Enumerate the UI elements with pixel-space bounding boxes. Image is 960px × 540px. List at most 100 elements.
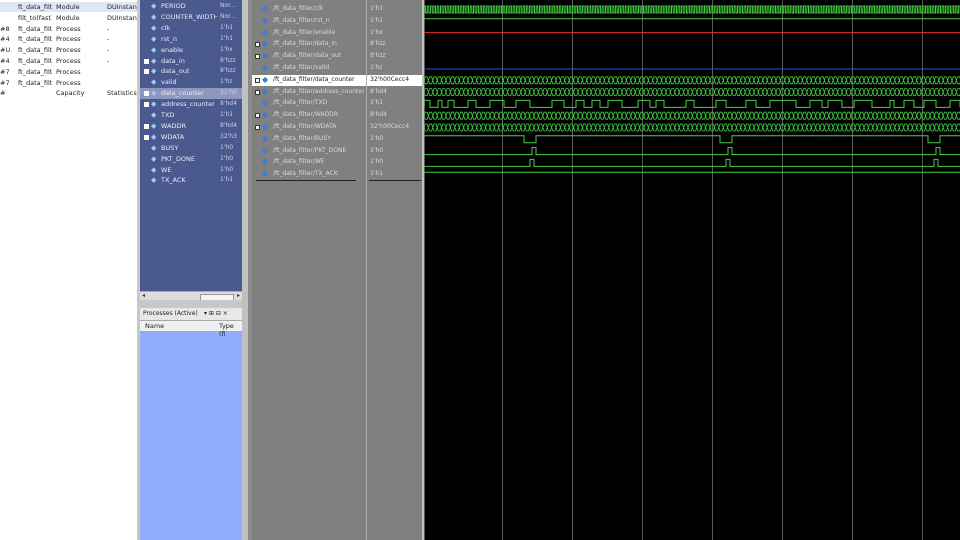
signal-icon: ◆ [262,145,269,155]
wave-name-row[interactable]: ◆ /ft_data_filter/WE [252,157,366,168]
wave-value-row[interactable]: 8'hzz [367,51,422,62]
expand-toggle-icon[interactable] [144,123,149,129]
wave-value-row[interactable]: 8'hzz [367,39,422,50]
expand-toggle-icon[interactable] [255,89,260,95]
hierarchy-row[interactable]: filt_to(fast) Module DUInstan [0,13,137,23]
wave-value-row[interactable]: 1'h0 [367,157,422,168]
wave-value-row[interactable]: 32'h00Cecc4 [367,74,422,86]
object-name: clk [161,23,171,32]
hierarchy-cell: ft_data_filt [18,57,52,65]
object-row[interactable]: ◆ COUNTER_WIDTH Nor... [140,12,242,23]
wave-value-row[interactable]: 1'hx [367,28,422,39]
wave-name-row[interactable]: ◆ /ft_data_filter/address_counter [252,87,366,98]
wave-value-row[interactable]: 8'hd4 [367,110,422,121]
object-name: rst_n [161,34,177,43]
wave-name-row[interactable]: ◆ /ft_data_filter/data_counter [252,74,366,86]
signal-icon: ◆ [151,56,157,65]
expand-toggle-icon[interactable] [144,134,149,140]
wave-signal-name: /ft_data_filter/TXD [273,99,328,107]
column-name-header[interactable]: Name [145,322,164,330]
scroll-right-arrow-icon[interactable]: ▸ [237,292,240,299]
hierarchy-cell: Capacity [56,89,85,98]
object-row[interactable]: ◆ enable 1'hx [140,45,242,56]
column-type-header[interactable]: Type (fi [219,322,242,338]
wave-signal-value: 1'h1 [370,5,384,12]
object-row[interactable]: ◆ rst_n 1'h1 [140,34,242,45]
object-name: WE [161,165,172,174]
object-name: data_in [161,56,185,65]
object-row[interactable]: ◆ valid 1'hz [140,77,242,88]
signal-icon: ◆ [151,176,157,185]
objects-panel: ◆ PERIOD Nor... ◆ COUNTER_WIDTH Nor... ◆ clk 1'h… [140,0,242,300]
wave-name-row[interactable]: ◆ /ft_data_filter/valid [252,63,366,74]
expand-toggle-icon[interactable] [255,54,260,60]
expand-toggle-icon[interactable] [144,91,149,97]
hierarchy-row[interactable]: #4 ft_data_filt Process - [0,34,137,44]
wave-name-row[interactable]: ◆ /ft_data_filter/BUSY [252,134,366,145]
wave-name-row[interactable]: ◆ /ft_data_filter/PKT_DONE [252,146,366,157]
panel-controls-icon[interactable]: ▾ ⊞ ⊟ × [204,310,228,317]
expand-toggle-icon[interactable] [144,69,149,75]
wave-value-row[interactable]: 1'h0 [367,146,422,157]
wave-value-row[interactable]: 1'h1 [367,4,422,15]
wave-value-row[interactable]: 1'h1 [367,16,422,27]
hierarchy-row[interactable]: #7 ft_data_filt Process [0,78,137,88]
object-row[interactable]: ◆ PKT_DONE 1'h0 [140,154,242,165]
wave-value-row[interactable]: 1'hz [367,63,422,74]
object-value: 1'h1 [220,23,234,31]
expand-toggle-icon[interactable] [255,77,260,83]
waveform-canvas[interactable] [424,0,960,540]
scroll-left-arrow-icon[interactable]: ◂ [142,292,145,299]
object-row[interactable]: ◆ PERIOD Nor... [140,1,242,12]
wave-value-row[interactable]: 8'hd4 [367,87,422,98]
hierarchy-row[interactable]: #U ft_data_filt Process - [0,45,137,55]
panel-splitter[interactable] [140,300,242,308]
wave-name-row[interactable]: ◆ /ft_data_filter/TXD [252,98,366,109]
object-row[interactable]: ◆ data_counter 32'h0 [140,88,242,100]
expand-toggle-icon[interactable] [255,125,260,130]
object-row[interactable]: ◆ BUSY 1'h0 [140,143,242,154]
txd-waveform [424,99,960,108]
wave-name-row[interactable]: ◆ /ft_data_filter/clk [252,4,366,15]
object-row[interactable]: ◆ data_out 8'hzz [140,66,242,77]
object-value: Nor... [220,2,236,9]
hierarchy-row[interactable]: ft_data_filt Module DUInstan [0,2,137,12]
object-row[interactable]: ◆ clk 1'h1 [140,23,242,34]
object-value: 1'h0 [220,143,234,151]
object-row[interactable]: ◆ WADDR 8'hd4 [140,121,242,132]
wave-value-row[interactable]: 1'h1 [367,169,422,180]
object-row[interactable]: ◆ address_counter 8'hd4 [140,99,242,110]
expand-toggle-icon[interactable] [144,58,149,64]
object-row[interactable]: ◆ TXD 1'h1 [140,110,242,121]
hierarchy-cell: - [107,35,110,44]
waveform-area[interactable] [424,0,960,540]
wave-name-row[interactable]: ◆ /ft_data_filter/enable [252,28,366,39]
hierarchy-cell: #4 [0,35,10,44]
expand-toggle-icon[interactable] [255,42,260,48]
wave-name-row[interactable]: ◆ /ft_data_filter/data_out [252,51,366,62]
object-row[interactable]: ◆ WDATA 32'h3 [140,132,242,143]
hierarchy-cell: Process [56,35,81,44]
object-row[interactable]: ◆ data_in 8'hzz [140,56,242,67]
signal-icon: ◆ [151,89,157,98]
hierarchy-row[interactable]: #8 ft_data_filt Process - [0,24,137,34]
wave-value-row[interactable]: 32'h00Cecc4 [367,122,422,133]
expand-toggle-icon[interactable] [255,113,260,119]
wave-name-row[interactable]: ◆ /ft_data_filter/WDATA [252,122,366,133]
hierarchy-row[interactable]: #7 ft_data_filt Process [0,67,137,77]
wave-name-row[interactable]: ◆ /ft_data_filter/rst_n [252,16,366,27]
hierarchy-row[interactable]: #4 ft_data_filt Process - [0,56,137,66]
wave-name-row[interactable]: ◆ /ft_data_filter/data_in [252,39,366,50]
signal-icon: ◆ [262,86,269,96]
wave-signal-name: /ft_data_filter/clk [273,5,324,12]
signal-icon: ◆ [262,133,269,143]
wave-value-row[interactable]: 1'h0 [367,134,422,145]
object-row[interactable]: ◆ TX_ACK 1'h1 [140,175,242,186]
wave-signal-value: 32'h00Cecc4 [370,75,410,83]
object-row[interactable]: ◆ WE 1'h0 [140,165,242,176]
expand-toggle-icon[interactable] [144,102,149,108]
wave-name-row[interactable]: ◆ /ft_data_filter/WADDR [252,110,366,121]
hierarchy-row[interactable]: # Capacity Statistics [0,88,137,98]
wave-value-row[interactable]: 1'h1 [367,98,422,109]
wave-name-row[interactable]: ◆ /ft_data_filter/TX_ACK [252,169,366,180]
